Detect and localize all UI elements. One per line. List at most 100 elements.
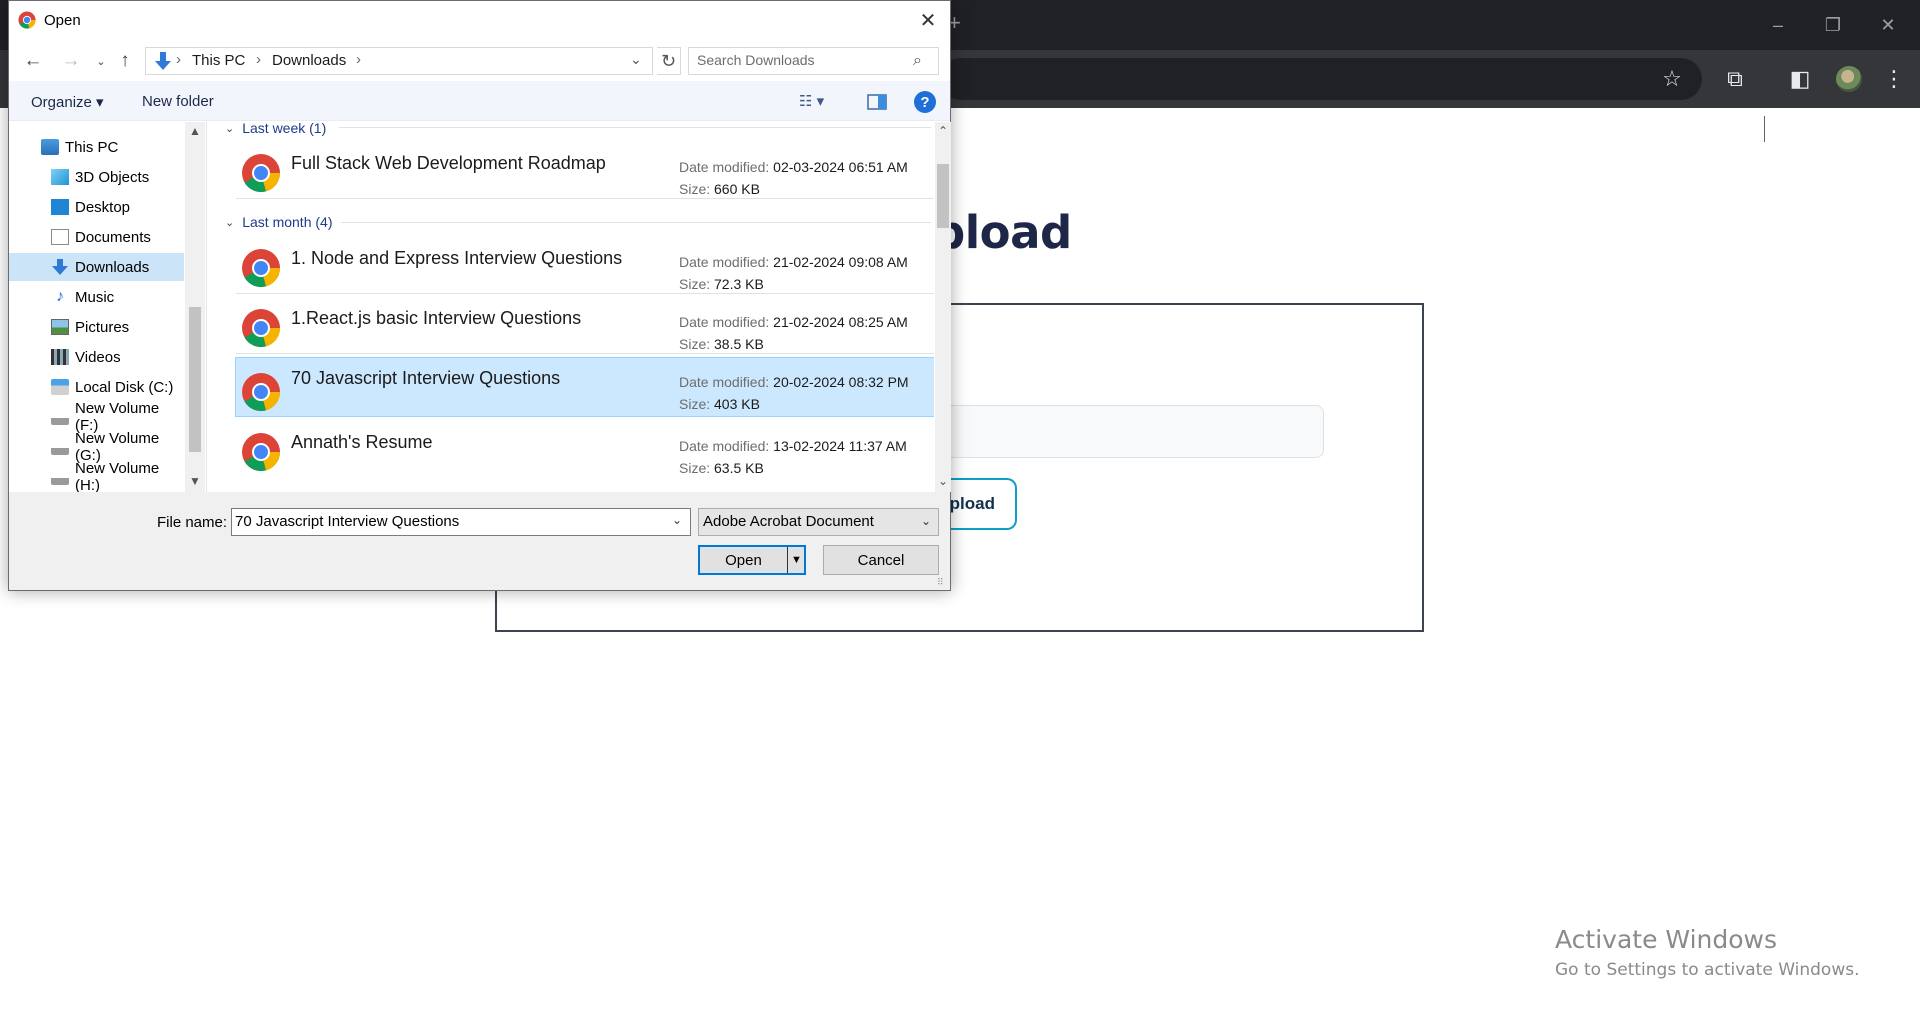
forward-arrow-icon[interactable]: → [59,49,83,73]
collapse-chevron-icon[interactable]: ⌄ [225,216,234,229]
group-header-last-month[interactable]: ⌄ Last month (4) [225,212,332,232]
file-input-field[interactable] [940,405,1324,458]
search-icon[interactable]: ⌕ [913,52,922,70]
minimize-icon[interactable]: – [1763,10,1793,40]
file-date-value: 13-02-2024 11:37 AM [773,438,907,454]
file-size-value: 63.5 KB [714,460,764,476]
side-panel-icon[interactable]: ◧ [1782,61,1818,97]
change-view-icon[interactable]: ☷ ▾ [799,92,839,112]
scroll-down-icon[interactable]: ▼ [185,474,205,488]
recent-locations-chevron-icon[interactable]: ⌄ [89,49,113,73]
file-size: Size: 63.5 KB [679,460,764,476]
dialog-footer: File name: ⌄ Adobe Acrobat Document ⌄ Op… [9,492,950,590]
address-bar[interactable] [940,58,1702,100]
address-dropdown-icon[interactable]: ⌄ [630,51,642,68]
file-date-label: Date modified: [679,374,770,390]
scroll-up-icon[interactable]: ▲ [185,124,205,138]
sidebar-item-downloads[interactable]: Downloads [9,253,184,281]
open-dropdown-icon[interactable]: ▼ [789,547,804,573]
sidebar-item-label: 3D Objects [75,168,150,186]
list-item[interactable]: 1.React.js basic Interview Questions Dat… [236,294,934,354]
file-type-value: Adobe Acrobat Document [703,513,874,530]
sidebar-item-videos[interactable]: Videos [9,343,184,371]
file-size: Size: 403 KB [679,396,760,412]
download-icon [155,52,171,70]
group-header-last-week[interactable]: ⌄ Last week (1) [225,122,326,138]
command-bar: Organize ▾ New folder ☷ ▾ ? [9,81,950,121]
sidebar-item-music[interactable]: ♪ Music [9,283,184,311]
chevron-down-icon[interactable]: ⌄ [672,513,682,527]
file-date-label: Date modified: [679,438,770,454]
search-input[interactable] [697,52,897,68]
preview-pane-icon[interactable] [866,92,888,112]
file-date: Date modified: 20-02-2024 08:32 PM [679,374,909,390]
file-size-label: Size: [679,396,711,412]
sidebar-item-local-disk-c[interactable]: Local Disk (C:) [9,373,184,401]
breadcrumb-separator-icon: › [356,51,361,68]
scrollbar-thumb[interactable] [937,164,949,228]
scrollbar-thumb[interactable] [189,307,201,452]
file-date-value: 20-02-2024 08:32 PM [773,374,909,390]
group-divider [339,127,931,128]
file-name: Annath's Resume [291,432,433,452]
help-icon[interactable]: ? [914,91,936,113]
window-close-icon[interactable]: ✕ [1873,10,1903,40]
breadcrumb[interactable]: › This PC › Downloads › ⌄ [145,47,653,75]
breadcrumb-this-pc[interactable]: This PC [192,52,245,69]
breadcrumb-downloads[interactable]: Downloads [272,52,346,69]
search-field[interactable]: ⌕ [688,47,939,75]
sidebar-item-label: New Volume (F:) [75,400,160,434]
open-button-label: Open [700,547,788,573]
extensions-icon[interactable]: ⧉ [1717,61,1753,97]
more-menu-icon[interactable]: ⋮ [1876,61,1912,97]
bookmark-star-icon[interactable]: ☆ [1654,61,1690,97]
file-size-label: Size: [679,460,711,476]
sidebar-item-volume-h[interactable]: New Volume (H:) [9,460,184,494]
dialog-titlebar[interactable]: Open ✕ [9,1,950,39]
desktop-icon [51,199,69,215]
sidebar-item-label: Desktop [75,198,131,216]
scroll-up-icon[interactable]: ⌃ [933,124,953,138]
file-size-value: 660 KB [714,181,760,197]
chevron-down-icon[interactable]: ⌄ [921,514,931,528]
file-list-scrollbar[interactable]: ⌃ ⌄ [935,122,951,492]
sidebar-item-volume-f[interactable]: New Volume (F:) [9,400,184,434]
file-size: Size: 38.5 KB [679,336,764,352]
file-name-combobox[interactable]: ⌄ [231,508,691,536]
sidebar-item-documents[interactable]: Documents [9,223,184,251]
sidebar-item-pictures[interactable]: Pictures [9,313,184,341]
resize-grip-icon[interactable]: ⠿ [937,577,944,588]
list-item[interactable]: 1. Node and Express Interview Questions … [236,234,934,294]
scroll-down-icon[interactable]: ⌄ [933,474,953,488]
file-size: Size: 72.3 KB [679,276,764,292]
up-arrow-icon[interactable]: ↑ [113,49,137,73]
file-type-select[interactable]: Adobe Acrobat Document ⌄ [698,508,939,536]
close-icon[interactable]: ✕ [916,8,940,32]
sidebar-item-label: Downloads [75,258,150,276]
organize-button[interactable]: Organize ▾ [31,93,104,111]
sidebar-item-volume-g[interactable]: New Volume (G:) [9,430,184,464]
back-arrow-icon[interactable]: ← [21,49,45,73]
file-name-input[interactable] [235,513,655,530]
list-item[interactable]: Annath's Resume Date modified: 13-02-202… [236,418,934,478]
new-folder-button[interactable]: New folder [142,93,214,110]
sidebar-scrollbar[interactable]: ▲ ▼ [185,122,205,492]
list-item-selected[interactable]: 70 Javascript Interview Questions Date m… [235,357,934,417]
document-icon [51,229,69,245]
list-item[interactable]: Full Stack Web Development Roadmap Date … [236,139,934,199]
sidebar-item-label: New Volume (G:) [75,430,160,464]
refresh-icon[interactable]: ↻ [657,47,681,75]
sidebar-item-this-pc[interactable]: This PC [9,133,184,161]
profile-avatar[interactable] [1836,66,1862,92]
chrome-icon [242,309,281,348]
collapse-chevron-icon[interactable]: ⌄ [225,122,234,135]
sidebar-item-desktop[interactable]: Desktop [9,193,184,221]
file-name-label: File name: [157,514,228,531]
drive-icon [51,469,69,485]
sidebar-item-label: This PC [65,138,119,156]
sidebar-item-3d-objects[interactable]: 3D Objects [9,163,184,191]
cancel-button[interactable]: Cancel [823,545,939,575]
group-label: Last week (1) [242,122,327,136]
open-button[interactable]: Open ▼ [698,545,806,575]
restore-icon[interactable]: ❐ [1818,10,1848,40]
